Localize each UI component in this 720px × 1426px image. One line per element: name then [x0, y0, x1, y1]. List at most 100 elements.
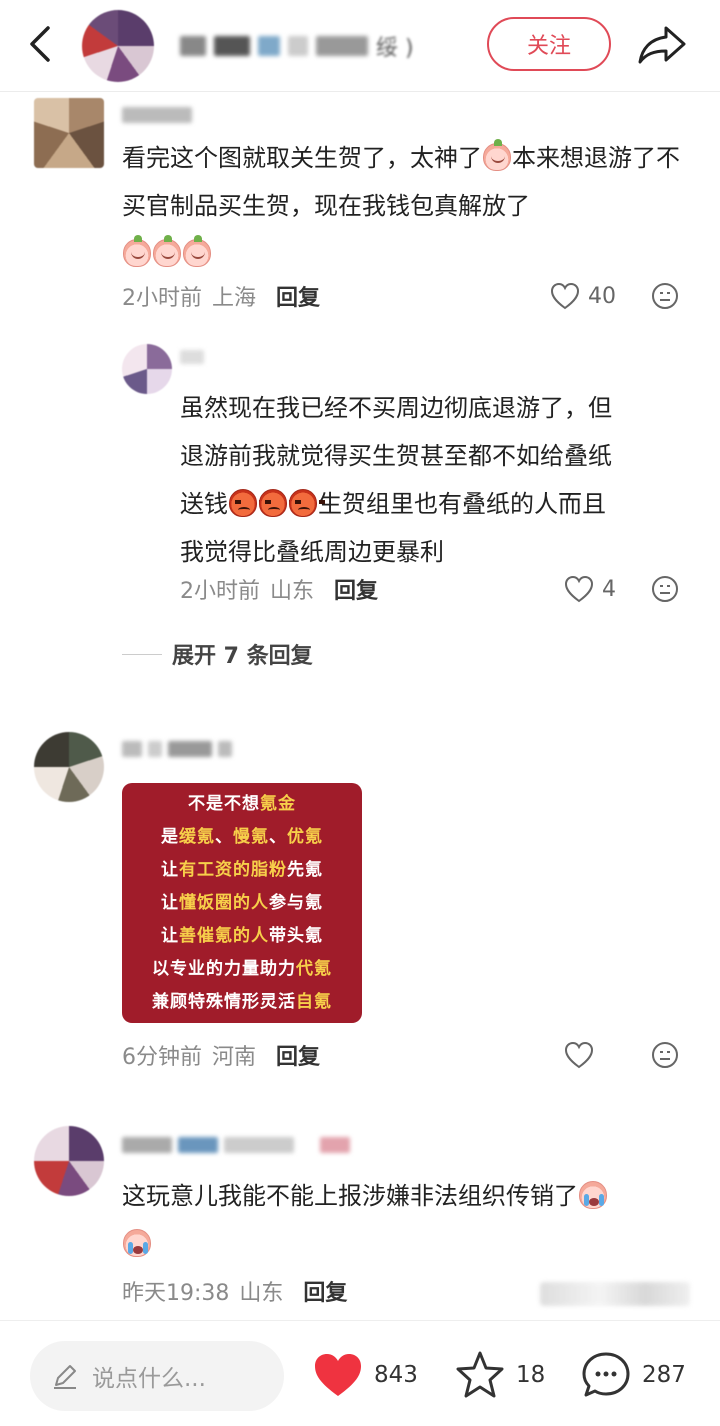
sticker-line: 让懂饭圈的人参与氪	[161, 891, 323, 915]
blurred-name-segment	[218, 741, 232, 757]
blurred-name-segment	[178, 1137, 218, 1153]
blurred-name-segment	[148, 741, 162, 757]
sticker-text-highlight: 氪金	[260, 794, 296, 814]
sticker-text-highlight: 缓氪	[179, 827, 215, 847]
back-button[interactable]	[22, 24, 62, 64]
sticker-line: 让善催氪的人带头氪	[161, 924, 323, 948]
sticker-line: 不是不想氪金	[188, 792, 296, 816]
blurred-name-segment	[288, 36, 308, 56]
share-button[interactable]	[636, 22, 688, 66]
sticker-text-highlight: 代氪	[296, 959, 332, 979]
comment-meta: 昨天19:38 山东 回复	[122, 1274, 347, 1308]
comment-text-part: 退游前我就觉得买生贺甚至都不如给叠纸	[180, 442, 612, 470]
blurred-name-segment	[316, 36, 368, 56]
comment-meta: 6分钟前 河南 回复	[122, 1038, 320, 1072]
sticker-line: 让有工资的脂粉先氪	[161, 858, 323, 882]
reply-button[interactable]: 回复	[334, 573, 378, 605]
comment-location: 上海	[212, 286, 257, 311]
comment-time: 2小时前	[180, 579, 260, 604]
author-name-suffix: 绥 )	[376, 36, 414, 61]
author-avatar[interactable]	[82, 10, 154, 82]
comments-button[interactable]: 287	[580, 1351, 686, 1399]
comment-location: 山东	[239, 1281, 284, 1306]
blurred-name-segment	[214, 36, 250, 56]
angry-devil-emoji-icon	[259, 489, 295, 517]
heart-filled-icon	[315, 1354, 361, 1396]
comment-text-part: 虽然现在我已经不买周边彻底退游了，但	[180, 394, 612, 422]
comment-location: 山东	[270, 579, 315, 604]
comment-text: 虽然现在我已经不买周边彻底退游了，但 退游前我就觉得买生贺甚至都不如给叠纸 送钱…	[180, 384, 700, 576]
like-button[interactable]: 843	[312, 1351, 418, 1399]
commenter-name[interactable]	[122, 738, 232, 760]
blurred-name-segment	[224, 1137, 294, 1153]
pencil-icon	[54, 1365, 76, 1389]
comment-like-button[interactable]	[564, 1038, 594, 1072]
comment-like-button[interactable]: 40	[550, 279, 616, 313]
blurred-name-segment	[180, 36, 206, 56]
expand-replies-label: 展开 7 条回复	[172, 644, 313, 669]
speech-bubble-icon	[582, 1352, 630, 1397]
angry-devil-emoji-icon	[289, 489, 325, 517]
comment-text-part: 看完这个图就取关生贺了，太神了	[122, 144, 482, 172]
reply-button[interactable]: 回复	[276, 280, 320, 312]
follow-button[interactable]: 关注	[487, 17, 611, 71]
comment-text-part: 我觉得比叠纸周边更暴利	[180, 538, 444, 566]
sticker-text-highlight: 有工资的脂粉	[179, 860, 287, 880]
author-name[interactable]: 绥 )	[180, 28, 414, 64]
heart-outline-icon	[550, 282, 580, 310]
comment-text-part: 这玩意儿我能不能上报涉嫌非法组织传销了	[122, 1182, 578, 1210]
sticker-text: 、	[215, 827, 233, 847]
blurred-name-segment	[180, 350, 204, 364]
commenter-name[interactable]	[180, 346, 204, 368]
comment-input[interactable]: 说点什么...	[30, 1341, 284, 1411]
blurred-name-segment	[122, 1137, 172, 1153]
commenter-avatar[interactable]	[122, 344, 172, 394]
commenter-avatar[interactable]	[34, 1126, 104, 1196]
comment-time: 6分钟前	[122, 1045, 202, 1070]
emoji-reaction-icon[interactable]	[650, 1040, 680, 1070]
comment-text-part: 生贺组里也有叠纸的人而且	[318, 490, 606, 518]
sticker-text: 以专业的力量助力	[152, 959, 296, 979]
crying-peach-emoji-icon	[579, 1181, 607, 1209]
comment-text: 看完这个图就取关生贺了，太神了 本来想退游了不买官制品买生贺，现在我钱包真解放了	[122, 134, 692, 278]
like-count: 4	[602, 576, 616, 602]
commenter-avatar[interactable]	[34, 98, 104, 168]
sticker-line: 兼顾特殊情形灵活自氪	[152, 990, 332, 1014]
favorite-button[interactable]: 18	[454, 1351, 545, 1399]
commenter-name[interactable]	[122, 104, 192, 126]
comment-meta: 2小时前 上海 回复	[122, 279, 320, 313]
commenter-avatar[interactable]	[34, 732, 104, 802]
blurred-name-segment	[258, 36, 280, 56]
sticker-text-highlight: 善催氪的人	[179, 926, 269, 946]
sticker-text-highlight: 自氪	[296, 992, 332, 1012]
sticker-text: 让	[161, 860, 179, 880]
peach-emoji-icon	[153, 235, 181, 267]
blurred-name-segment	[122, 107, 192, 123]
emoji-reaction-icon[interactable]	[650, 281, 680, 311]
blurred-name-segment	[168, 741, 212, 757]
sticker-text: 参与氪	[269, 893, 323, 913]
emoji-reaction-icon[interactable]	[650, 574, 680, 604]
sticker-line: 以专业的力量助力代氪	[152, 957, 332, 981]
favorite-count: 18	[516, 1362, 546, 1388]
sticker-text: 、	[269, 827, 287, 847]
sticker-text: 让	[161, 893, 179, 913]
commenter-name[interactable]	[122, 1134, 350, 1156]
blurred-name-segment	[320, 1137, 350, 1153]
expand-replies-button[interactable]: 展开 7 条回复	[122, 638, 313, 670]
comment-input-placeholder: 说点什么...	[92, 1366, 206, 1392]
top-bar: 绥 ) 关注	[0, 0, 720, 92]
sticker-text-highlight: 懂饭圈的人	[179, 893, 269, 913]
comment-time: 昨天19:38	[122, 1281, 230, 1306]
sticker-line: 是缓氪、慢氪、优氪	[161, 825, 323, 849]
watermark-overlay	[540, 1282, 690, 1306]
sticker-text: 让	[161, 926, 179, 946]
comment-image-sticker[interactable]: 不是不想氪金 是缓氪、慢氪、优氪 让有工资的脂粉先氪 让懂饭圈的人参与氪 让善催…	[122, 783, 362, 1023]
comment-location: 河南	[212, 1045, 257, 1070]
like-count: 843	[374, 1362, 418, 1388]
sticker-text-highlight: 优氪	[287, 827, 323, 847]
comment-like-button[interactable]: 4	[564, 572, 616, 606]
reply-button[interactable]: 回复	[303, 1275, 347, 1307]
comment-count: 287	[642, 1362, 686, 1388]
reply-button[interactable]: 回复	[276, 1039, 320, 1071]
